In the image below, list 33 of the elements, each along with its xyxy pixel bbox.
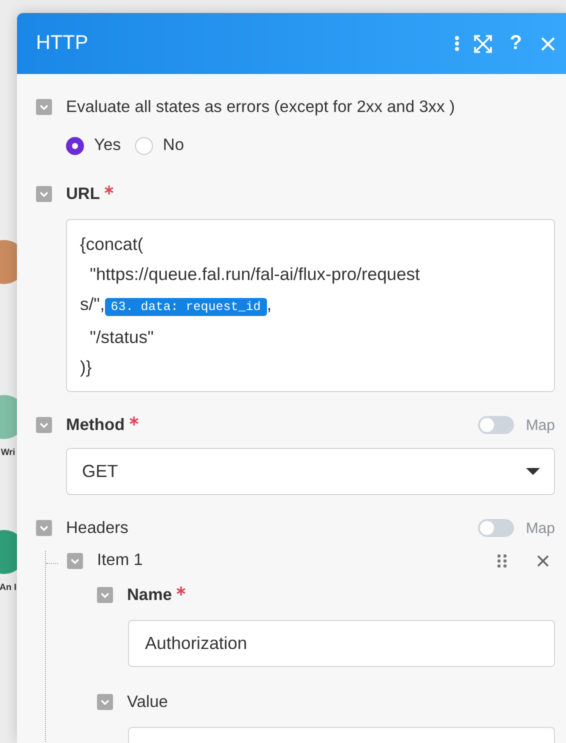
radio-option[interactable]: Yes bbox=[66, 136, 121, 155]
drag-handle-icon[interactable] bbox=[497, 554, 507, 568]
close-icon[interactable] bbox=[540, 36, 556, 52]
panel-title: HTTP bbox=[36, 32, 90, 55]
method-select[interactable]: GET bbox=[66, 448, 555, 495]
module-label: Wri bbox=[0, 447, 16, 457]
more-options-icon[interactable] bbox=[454, 35, 460, 52]
item-label: Item 1 bbox=[97, 551, 144, 570]
field-label: Value bbox=[127, 692, 168, 712]
collapse-toggle-icon[interactable] bbox=[36, 417, 52, 433]
field-label: Evaluate all states as errors (except for 2xx and 3xx ) bbox=[66, 98, 455, 116]
field-label: Headers bbox=[66, 518, 128, 538]
collapse-toggle-icon[interactable] bbox=[36, 99, 52, 115]
text-field[interactable]: Authorization bbox=[128, 620, 555, 667]
field-label: Method bbox=[66, 416, 139, 434]
expand-icon[interactable] bbox=[474, 34, 492, 52]
remove-icon[interactable] bbox=[537, 554, 549, 566]
field-label: URL bbox=[66, 184, 114, 204]
field-label: Name bbox=[127, 586, 186, 604]
map-toggle[interactable] bbox=[478, 416, 514, 434]
collapse-toggle-icon[interactable] bbox=[67, 552, 83, 568]
map-label: Map bbox=[526, 520, 555, 536]
collapse-toggle-icon[interactable] bbox=[97, 587, 113, 603]
module-label: An I bbox=[0, 582, 16, 592]
radio-option[interactable]: No bbox=[134, 136, 184, 155]
collapse-toggle-icon[interactable] bbox=[36, 520, 52, 536]
collapse-toggle-icon[interactable] bbox=[36, 186, 52, 202]
map-toggle[interactable] bbox=[478, 519, 514, 537]
dropdown-caret-icon bbox=[526, 468, 540, 475]
collapse-toggle-icon[interactable] bbox=[97, 694, 113, 710]
variable-token[interactable]: 63. data: request_id bbox=[104, 298, 267, 316]
map-label: Map bbox=[526, 416, 555, 434]
url-field[interactable]: {concat( "https://queue.fal.run/fal-ai/flux-pro/requests/", 63. data: request_id , "/status" )} bbox=[66, 219, 555, 392]
